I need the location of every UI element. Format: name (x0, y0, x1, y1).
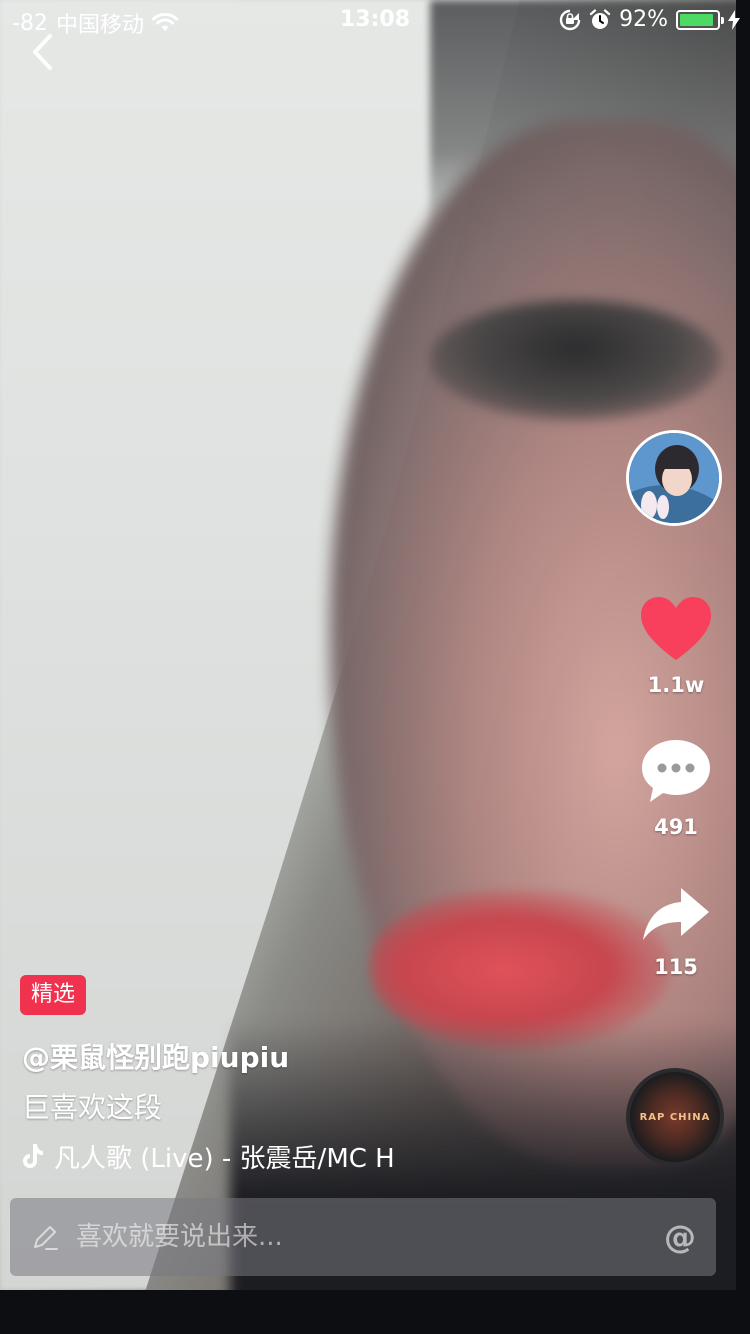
tiktok-note-icon (23, 1144, 43, 1168)
battery-fill (680, 13, 714, 26)
like-button[interactable]: 1.1w (626, 596, 726, 697)
music-info[interactable]: 凡人歌 (Live) - 张震岳/MC H (22, 1136, 412, 1176)
like-count: 1.1w (647, 673, 705, 697)
music-title: 凡人歌 (Live) - 张震岳/MC H (54, 1143, 395, 1174)
bolt-icon (728, 9, 740, 30)
speech-bubble-icon (642, 740, 710, 802)
chevron-left-icon (33, 34, 52, 70)
video-caption: 巨喜欢这段 (22, 1091, 163, 1124)
bottom-edge (0, 1290, 750, 1334)
share-arrow-icon (643, 888, 709, 940)
heart-icon (641, 597, 711, 660)
comment-bar[interactable]: @ (10, 1198, 716, 1276)
comment-button[interactable]: 491 (626, 738, 726, 839)
battery-percent: 92% (619, 7, 668, 32)
share-count: 115 (654, 955, 698, 979)
comment-count: 491 (654, 815, 698, 839)
status-bar: -82 中国移动 13:08 92% (0, 0, 750, 40)
author-avatar[interactable] (626, 430, 722, 526)
rotation-lock-icon (559, 9, 581, 30)
back-button[interactable] (22, 30, 62, 74)
share-button[interactable]: 115 (626, 884, 726, 979)
pencil-icon (34, 1226, 58, 1250)
status-right: 92% (559, 7, 740, 32)
right-edge (736, 0, 750, 1334)
music-disc[interactable]: RAP CHINA (626, 1068, 724, 1166)
music-disc-label: RAP CHINA (639, 1111, 711, 1123)
avatar-image (629, 433, 719, 523)
featured-tag: 精选 (20, 975, 87, 1015)
alarm-icon (589, 8, 611, 29)
background-eye (430, 300, 720, 420)
comment-input[interactable] (76, 1222, 664, 1252)
at-icon[interactable]: @ (664, 1218, 696, 1256)
author-name[interactable]: @栗鼠怪别跑piupiu (22, 1036, 289, 1076)
battery-icon (676, 9, 724, 30)
